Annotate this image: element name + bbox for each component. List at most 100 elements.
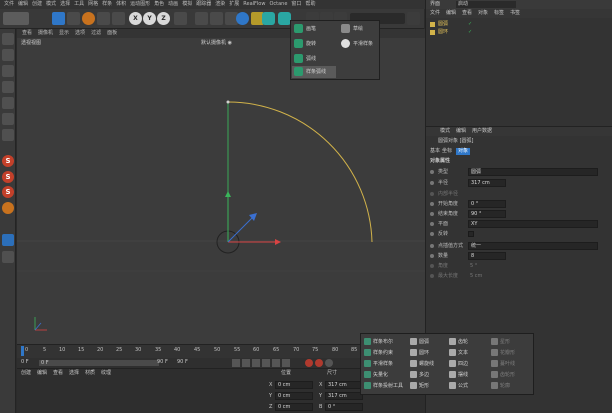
end-frame[interactable]: 90 F (157, 360, 168, 365)
z-axis-handle[interactable] (227, 216, 254, 243)
pos-x-input[interactable]: 0 cm (275, 381, 313, 389)
keyframe-dot-icon[interactable] (430, 181, 434, 185)
om-tab-edit[interactable]: 编辑 (446, 11, 456, 16)
reverse-checkbox[interactable] (468, 231, 474, 237)
menu-extensions[interactable]: 扩展 (229, 0, 239, 9)
om-tab-tags[interactable]: 标签 (494, 11, 504, 16)
object-name[interactable]: 圆弧 (438, 22, 448, 27)
om-tab-bookmarks[interactable]: 书签 (510, 11, 520, 16)
am-tab-mode[interactable]: 模式 (440, 129, 450, 134)
coordinate-system-icon[interactable] (174, 12, 187, 25)
workplane-grid-icon[interactable] (2, 251, 14, 263)
end-angle-input[interactable]: 90 ° (468, 210, 506, 218)
plane-select[interactable]: XY (468, 220, 598, 228)
mat-menu-view[interactable]: 查看 (53, 371, 63, 376)
menu-spline[interactable]: 样条 (102, 0, 112, 9)
undo-button[interactable] (3, 12, 29, 25)
popup-item[interactable]: 样条约束 (364, 348, 393, 358)
popup-item[interactable]: 星形 (491, 337, 510, 347)
menu-character[interactable]: 角色 (154, 0, 164, 9)
object-row[interactable]: 圆弧 ✓ (428, 21, 498, 28)
menu-select[interactable]: 选择 (60, 0, 70, 9)
y-axis-lock-button[interactable]: Y (143, 12, 156, 25)
menu-volume[interactable]: 体积 (116, 0, 126, 9)
viewport-menu-panel[interactable]: 面板 (107, 29, 117, 38)
viewport-menu-view[interactable]: 查看 (22, 29, 32, 38)
radius-input[interactable]: 317 cm (468, 179, 506, 187)
menu-realflow[interactable]: RealFlow (243, 0, 265, 9)
popup-item[interactable]: 轮廓 (491, 381, 510, 391)
edges-mode-icon[interactable] (2, 81, 14, 93)
start-angle-input[interactable]: 0 ° (468, 200, 506, 208)
playhead[interactable] (21, 346, 24, 356)
texture-mode-icon[interactable] (2, 49, 14, 61)
subdivision-icon[interactable] (262, 12, 275, 25)
select-tool-icon[interactable] (97, 12, 110, 25)
menu-octane[interactable]: Octane (269, 0, 287, 9)
move-tool-icon[interactable] (52, 12, 65, 25)
mat-menu-select[interactable]: 选择 (69, 371, 79, 376)
keyframe-dot-icon[interactable] (430, 264, 434, 268)
end-frame-preview[interactable]: 90 F (177, 360, 188, 365)
size-x-input[interactable]: 317 cm (325, 381, 363, 389)
popup-item[interactable]: 样条投射工具 (364, 381, 403, 391)
go-end-button[interactable] (282, 359, 290, 367)
add-tool-icon[interactable] (112, 12, 125, 25)
menu-mesh[interactable]: 网格 (88, 0, 98, 9)
record-button[interactable] (305, 359, 313, 367)
popup-item[interactable]: 花瓣形 (491, 348, 515, 358)
visibility-check-icon[interactable]: ✓ (468, 30, 472, 35)
popup-item-rotate[interactable]: 旋转 (294, 38, 316, 50)
popup-item[interactable]: 齿轮形 (491, 370, 515, 380)
popup-item[interactable]: 矢量化 (364, 370, 388, 380)
menu-simulate[interactable]: 模拟 (182, 0, 192, 9)
popup-item[interactable]: 螺旋线 (410, 359, 434, 369)
popup-item[interactable]: 摆线 (449, 370, 468, 380)
menu-tracker[interactable]: 跟踪器 (196, 0, 211, 9)
keyframe-dot-icon[interactable] (430, 192, 434, 196)
menu-render[interactable]: 渲染 (215, 0, 225, 9)
menu-tools[interactable]: 工具 (74, 0, 84, 9)
prev-key-button[interactable] (242, 359, 250, 367)
menu-animate[interactable]: 动画 (168, 0, 178, 9)
start-frame[interactable]: 0 F (21, 360, 29, 365)
go-start-button[interactable] (232, 359, 240, 367)
snap-grid-icon[interactable]: S (2, 186, 14, 198)
number-input[interactable]: 8 (468, 252, 506, 260)
am-tab-userdata[interactable]: 用户数据 (472, 129, 492, 134)
model-mode-icon[interactable] (2, 113, 14, 125)
cube-icon[interactable] (236, 12, 249, 25)
popup-item[interactable]: 蔓叶线 (491, 359, 515, 369)
mat-menu-texture[interactable]: 纹理 (101, 371, 111, 376)
lock-icon[interactable] (2, 202, 14, 214)
z-axis-lock-button[interactable]: Z (157, 12, 170, 25)
x-axis-lock-button[interactable]: X (129, 12, 142, 25)
keyframe-dot-icon[interactable] (430, 222, 434, 226)
arc-endpoint[interactable] (226, 100, 230, 104)
popup-item-spline-arc[interactable]: 样条弧线 (292, 66, 336, 78)
om-tab-view[interactable]: 查看 (462, 11, 472, 16)
make-editable-icon[interactable] (2, 33, 14, 45)
keyframe-dot-icon[interactable] (430, 170, 434, 174)
pos-y-input[interactable]: 0 cm (275, 392, 313, 400)
type-select[interactable]: 圆弧 (468, 168, 598, 176)
points-mode-icon[interactable] (2, 65, 14, 77)
keyframe-dot-icon[interactable] (430, 232, 434, 236)
keyframe-selection-button[interactable] (325, 359, 333, 367)
visibility-check-icon[interactable]: ✓ (468, 22, 472, 27)
rotate-tool-icon[interactable] (82, 12, 95, 25)
popup-item[interactable]: 平滑样条 (364, 359, 393, 369)
mat-menu-create[interactable]: 创建 (21, 371, 31, 376)
pos-z-input[interactable]: 0 cm (275, 403, 313, 411)
play-button[interactable] (262, 359, 270, 367)
workplane-icon[interactable] (407, 12, 420, 25)
mat-menu-edit[interactable]: 编辑 (37, 371, 47, 376)
popup-item[interactable]: 圆弧 (410, 337, 429, 347)
axis-mode-icon[interactable] (2, 129, 14, 141)
object-name[interactable]: 圆环 (438, 30, 448, 35)
popup-item-sketch[interactable]: 草绘 (341, 23, 363, 35)
snap-icon[interactable]: S (2, 155, 14, 167)
size-y-input[interactable]: 317 cm (325, 392, 363, 400)
range-slider[interactable]: 0 F (39, 360, 159, 366)
camera-label[interactable]: 默认摄像机 ◉ (201, 41, 232, 46)
